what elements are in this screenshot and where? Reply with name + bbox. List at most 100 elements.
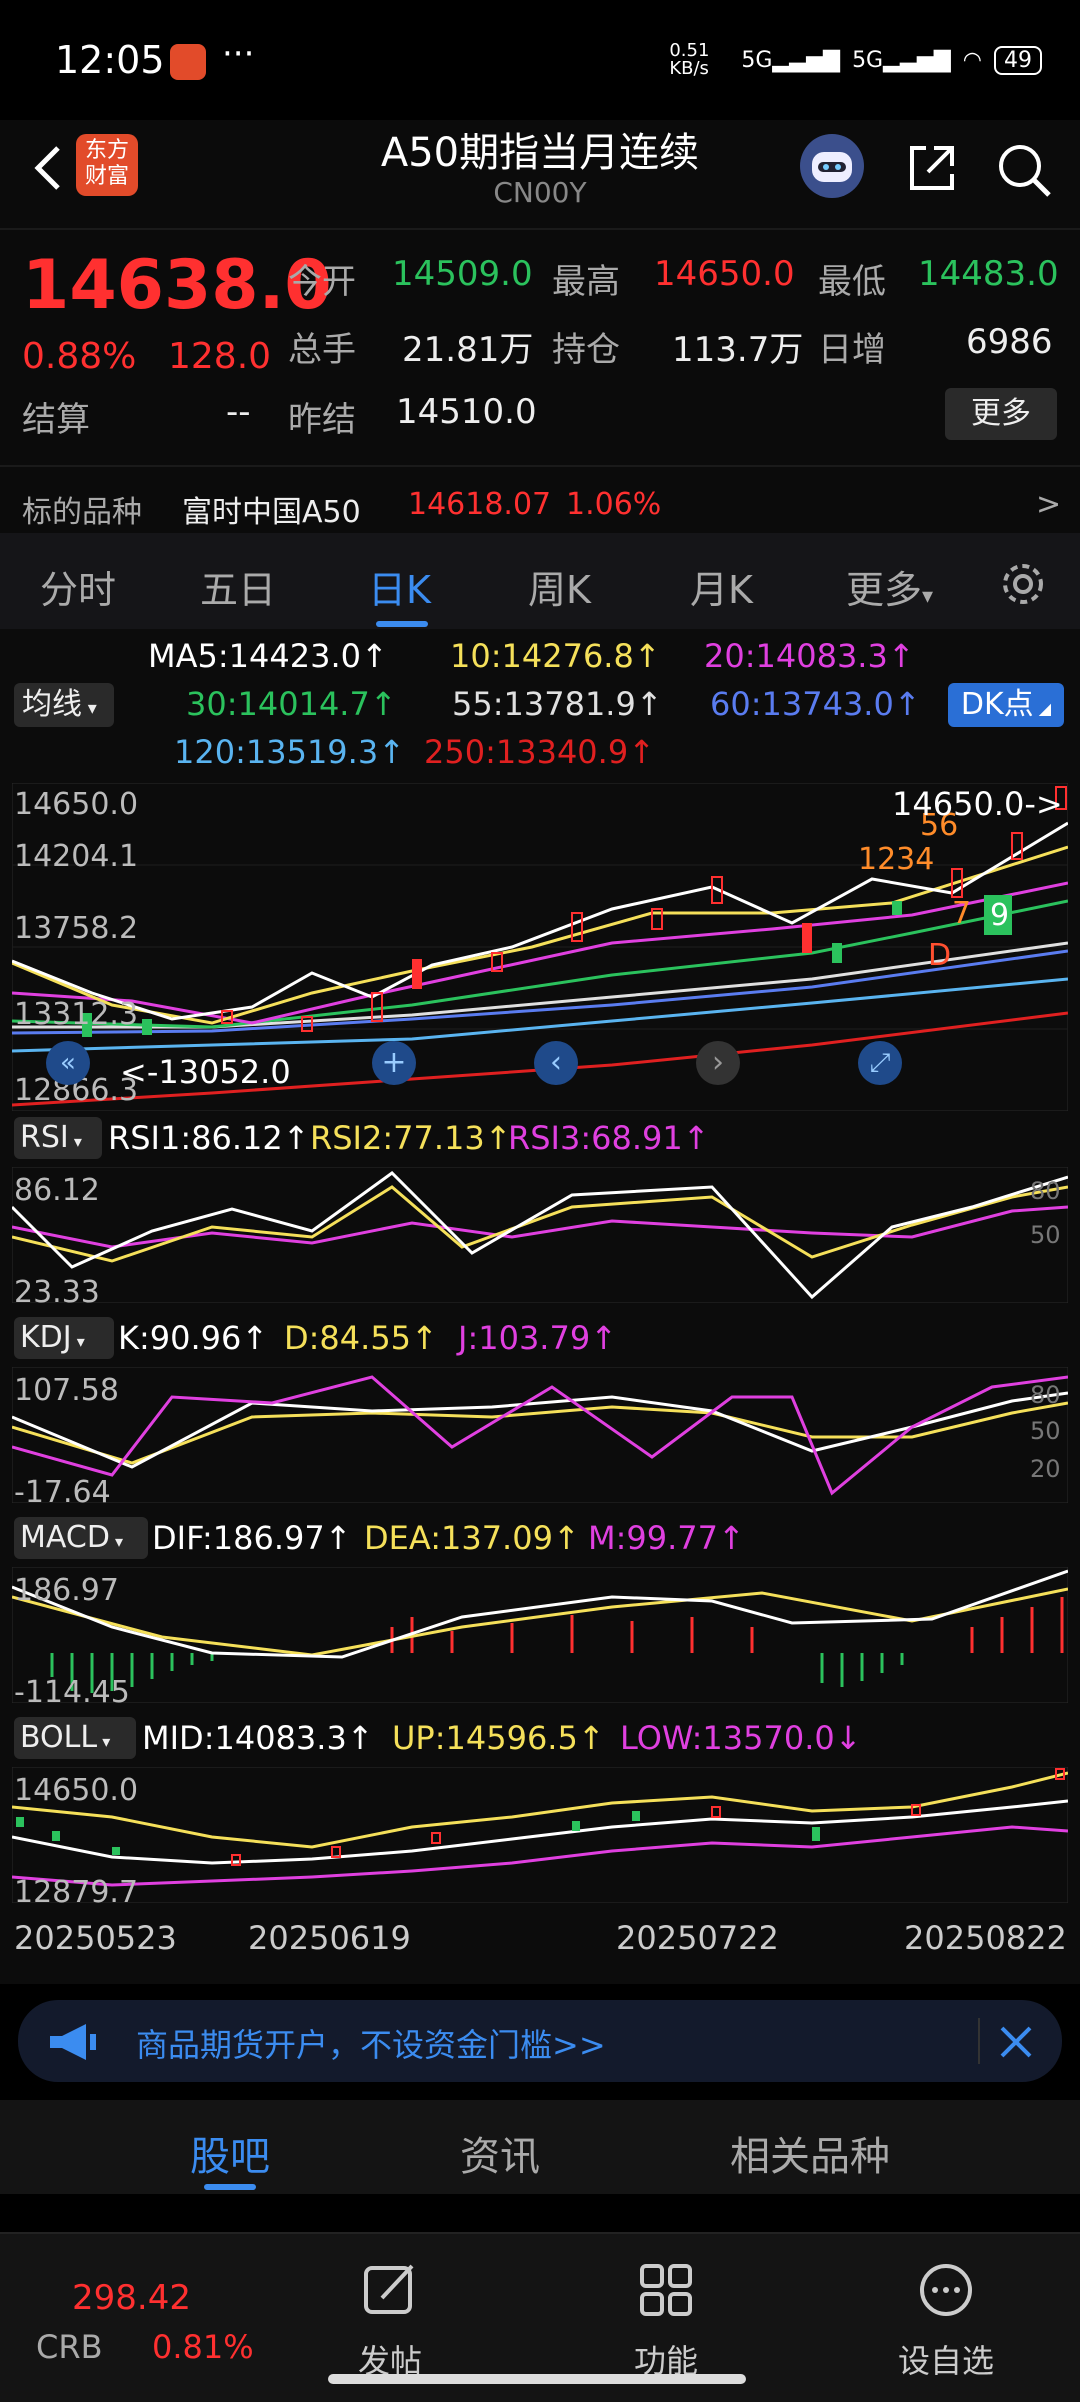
status-bar: 12:05 ··· 0.51 KB/s 5G▂▃▅▇ 5G▂▃▅▇ ◠ 49 — [0, 0, 1080, 120]
add-watchlist-label: 设自选 — [897, 2342, 994, 2380]
low-value: 14483.0 — [918, 254, 1059, 294]
status-time: 12:05 — [55, 38, 165, 82]
underlying-pct: 1.06% — [566, 487, 662, 522]
scroll-right-icon[interactable]: › — [696, 1041, 740, 1085]
kdj-chart — [12, 1367, 1068, 1503]
rsi-ref-80: 80 — [1030, 1177, 1061, 1205]
scroll-left-icon[interactable]: ‹ — [534, 1041, 578, 1085]
macd-selector-button[interactable]: MACD ▾ — [14, 1517, 148, 1559]
macd-axis-top: 186.97 — [14, 1573, 119, 1608]
date-label-end: 20250822 — [904, 1919, 1067, 1957]
grid-icon — [640, 2264, 692, 2316]
rsi-ref-50: 50 — [1030, 1221, 1061, 1249]
rsi-axis-bottom: 23.33 — [14, 1275, 100, 1310]
ma5-legend: MA5:14423.0↑ — [148, 637, 388, 675]
edit-icon — [364, 2264, 414, 2314]
battery-icon: 49 — [994, 45, 1042, 75]
ma250-legend: 250:13340.9↑ — [424, 733, 655, 771]
kline-axis-top: 14650.0 — [14, 787, 139, 822]
kline-axis-mid2: 13758.2 — [14, 911, 139, 946]
rsi-chart — [12, 1167, 1068, 1303]
promo-banner[interactable]: 商品期货开户，不设资金门槛>> — [18, 2000, 1062, 2082]
open-label: 今开 — [288, 262, 356, 302]
last-price: 14638.0 — [22, 246, 332, 325]
tab-five-day[interactable]: 五日 — [200, 559, 276, 614]
function-button[interactable]: 功能 — [606, 2260, 726, 2380]
signal-marker-9: 9 — [990, 898, 1009, 933]
tab-monthly-k[interactable]: 月K — [690, 559, 753, 614]
macd-chart — [12, 1567, 1068, 1703]
daily-increase-label: 日增 — [818, 330, 886, 370]
underlying-row[interactable]: 标的品种 富时中国A50 14618.07 1.06% > — [0, 465, 1080, 537]
tab-intraday[interactable]: 分时 — [40, 559, 116, 614]
add-watchlist-button[interactable]: 设自选 — [876, 2260, 1016, 2380]
gear-icon[interactable] — [998, 559, 1048, 609]
kdj-d-legend: D:84.55↑ — [284, 1319, 438, 1357]
change-value: 128.0 — [168, 336, 272, 377]
chart-area[interactable]: MA5:14423.0↑ 10:14276.8↑ 20:14083.3↑ 均线 … — [0, 629, 1080, 1984]
kdj-ref-80: 80 — [1030, 1381, 1061, 1409]
high-label: 最高 — [552, 262, 620, 302]
rsi-axis-top: 86.12 — [14, 1173, 100, 1208]
volume-value: 21.81万 — [402, 330, 534, 370]
low-marker: <-13052.0 — [120, 1053, 291, 1091]
tab-forum[interactable]: 股吧 — [190, 2124, 270, 2182]
ma55-legend: 55:13781.9↑ — [452, 685, 663, 723]
macd-axis-bottom: -114.45 — [14, 1675, 130, 1710]
ma20-legend: 20:14083.3↑ — [704, 637, 915, 675]
high-marker: 14650.0-> — [892, 785, 1063, 823]
post-button[interactable]: 发帖 — [330, 2260, 450, 2380]
tab-daily-k[interactable]: 日K — [368, 559, 431, 614]
crb-price: 298.42 — [72, 2278, 191, 2318]
home-indicator[interactable] — [328, 2374, 746, 2384]
tab-related[interactable]: 相关品种 — [730, 2124, 890, 2182]
underlying-name: 富时中国A50 — [182, 495, 361, 530]
rsi3-legend: RSI3:68.91↑ — [508, 1119, 710, 1157]
boll-axis-top: 14650.0 — [14, 1773, 139, 1808]
open-interest-value: 113.7万 — [672, 330, 804, 370]
high-value: 14650.0 — [654, 254, 795, 294]
wifi-icon: ◠ — [962, 47, 982, 73]
ma60-line — [12, 949, 1068, 1035]
ai-assistant-icon[interactable] — [800, 134, 864, 198]
kdj-selector-button[interactable]: KDJ ▾ — [14, 1317, 114, 1359]
dk-marker-d: D — [928, 938, 951, 973]
open-value: 14509.0 — [392, 254, 533, 294]
tab-weekly-k[interactable]: 周K — [528, 559, 591, 614]
kdj-k-legend: K:90.96↑ — [118, 1319, 269, 1357]
app-notification-icon — [170, 44, 206, 80]
kdj-axis-bottom: -17.64 — [14, 1475, 111, 1510]
kdj-ref-50: 50 — [1030, 1417, 1061, 1445]
ma-selector-button[interactable]: 均线 ▾ — [14, 683, 114, 727]
low-label: 最低 — [818, 262, 886, 302]
fullscreen-icon[interactable]: ⤢ — [858, 1041, 902, 1085]
search-icon[interactable] — [994, 140, 1054, 200]
rsi-selector-button[interactable]: RSI ▾ — [14, 1117, 102, 1159]
dk-point-button[interactable]: DK点 ◢ — [948, 683, 1064, 727]
kline-axis-mid1: 14204.1 — [14, 839, 139, 874]
ma30-legend: 30:14014.7↑ — [186, 685, 397, 723]
tab-more[interactable]: 更多▾ — [846, 559, 933, 614]
date-label-2: 20250619 — [248, 1919, 411, 1957]
period-tabs: 分时 五日 日K 周K 月K 更多▾ — [0, 533, 1080, 629]
macd-dif-legend: DIF:186.97↑ — [152, 1519, 352, 1557]
kdj-ref-20: 20 — [1030, 1455, 1061, 1483]
underlying-label: 标的品种 — [22, 495, 142, 530]
date-label-3: 20250722 — [616, 1919, 779, 1957]
boll-mid-legend: MID:14083.3↑ — [142, 1719, 374, 1757]
signal-icon-1: 5G▂▃▅▇ — [741, 47, 841, 73]
scroll-start-icon[interactable]: « — [46, 1041, 90, 1085]
boll-selector-button[interactable]: BOLL ▾ — [14, 1717, 136, 1759]
quote-panel: 14638.0 0.88% 128.0 今开 14509.0 最高 14650.… — [0, 228, 1080, 535]
zoom-in-icon[interactable]: + — [372, 1041, 416, 1085]
change-pct: 0.88% — [22, 336, 137, 377]
more-quote-button[interactable]: 更多 — [945, 388, 1057, 440]
tab-news[interactable]: 资讯 — [460, 2124, 540, 2182]
date-label-start: 20250523 — [14, 1919, 177, 1957]
share-icon[interactable] — [904, 140, 960, 196]
close-icon[interactable] — [996, 2022, 1036, 2062]
crb-ticker[interactable]: 298.42 CRB 0.81% — [36, 2254, 276, 2384]
more-circle-icon — [920, 2264, 972, 2316]
rsi1-legend: RSI1:86.12↑ — [108, 1119, 310, 1157]
status-indicators: 0.51 KB/s 5G▂▃▅▇ 5G▂▃▅▇ ◠ 49 — [669, 42, 1042, 78]
